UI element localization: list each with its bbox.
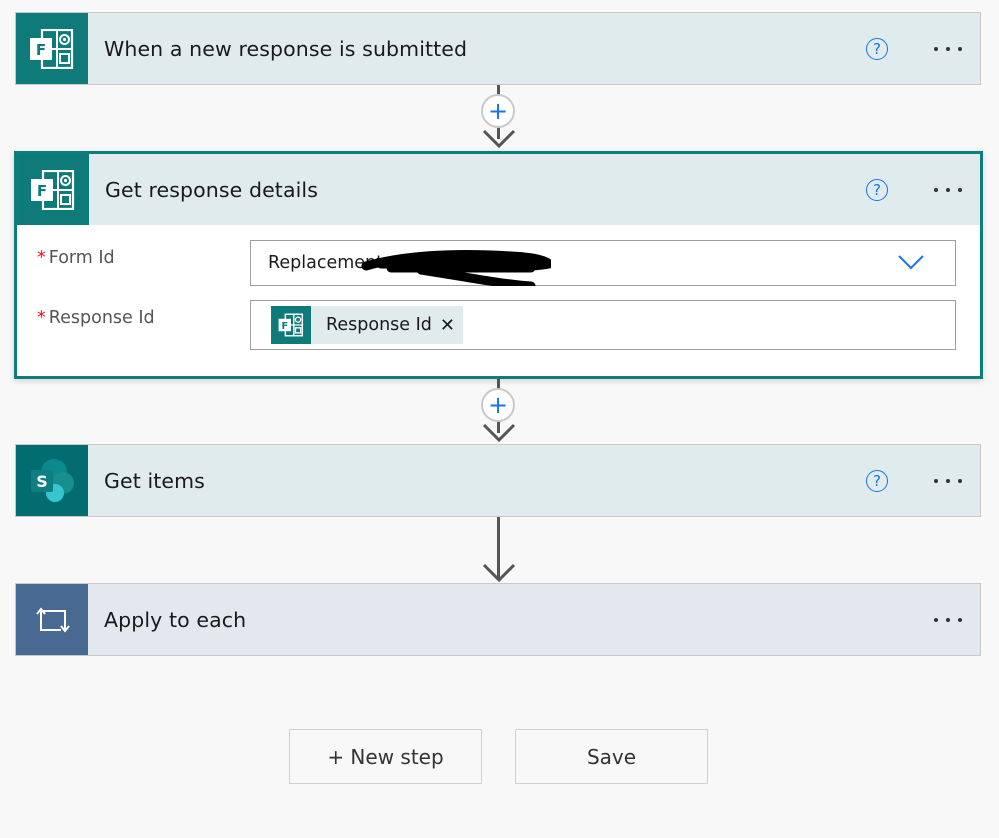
step-title: Get items xyxy=(104,468,205,493)
arrow-down-icon xyxy=(482,563,516,583)
step-card-get-items[interactable]: S Get items ? xyxy=(15,444,981,517)
loop-icon xyxy=(16,584,88,655)
forms-icon: F xyxy=(17,154,89,225)
help-icon[interactable]: ? xyxy=(866,37,888,60)
step-header[interactable]: Apply to each xyxy=(16,584,980,655)
save-button[interactable]: Save xyxy=(515,729,708,784)
step-title: Apply to each xyxy=(104,607,247,632)
redaction-scribble xyxy=(361,249,551,286)
chevron-down-icon[interactable] xyxy=(897,253,925,271)
sharepoint-icon: S xyxy=(16,445,88,516)
svg-text:F: F xyxy=(37,182,47,200)
help-icon[interactable]: ? xyxy=(866,178,888,201)
form-id-label: * Form Id xyxy=(37,240,250,286)
insert-step-button[interactable]: + xyxy=(481,388,515,422)
svg-text:F: F xyxy=(36,41,46,59)
response-id-label: * Response Id xyxy=(37,300,250,350)
help-icon[interactable]: ? xyxy=(866,469,888,492)
insert-step-button[interactable]: + xyxy=(481,94,515,128)
arrow-down-icon xyxy=(482,423,516,443)
remove-token-icon[interactable]: ✕ xyxy=(440,315,455,336)
svg-text:S: S xyxy=(36,472,48,491)
response-id-input[interactable]: F Response Id ✕ xyxy=(250,300,956,350)
form-id-dropdown[interactable]: Replacement xyxy=(250,240,956,286)
step-card-apply-to-each[interactable]: Apply to each xyxy=(15,583,981,656)
step-card-get-response-details[interactable]: F Get response details ? * Form Id Replac… xyxy=(14,151,983,379)
step-header[interactable]: S Get items ? xyxy=(16,445,980,516)
more-options-icon[interactable] xyxy=(934,478,962,483)
new-step-button[interactable]: + New step xyxy=(289,729,482,784)
step-header[interactable]: F Get response details ? xyxy=(17,154,980,225)
more-options-icon[interactable] xyxy=(934,187,962,192)
step-title: When a new response is submitted xyxy=(104,36,468,61)
dynamic-content-token[interactable]: F Response Id ✕ xyxy=(271,306,463,344)
forms-icon: F xyxy=(271,306,311,344)
response-id-row: * Response Id F Response Id ✕ xyxy=(37,300,956,350)
more-options-icon[interactable] xyxy=(934,46,962,51)
step-header[interactable]: F When a new response is submitted ? xyxy=(16,13,980,84)
required-mark: * xyxy=(37,248,46,268)
more-options-icon[interactable] xyxy=(934,617,962,622)
forms-icon: F xyxy=(16,13,88,84)
token-label: Response Id xyxy=(326,315,432,335)
arrow-down-icon xyxy=(482,129,516,149)
step-title: Get response details xyxy=(105,177,318,202)
form-id-label-text: Form Id xyxy=(48,248,115,268)
required-mark: * xyxy=(37,308,46,328)
form-id-row: * Form Id Replacement xyxy=(37,240,956,286)
response-id-label-text: Response Id xyxy=(48,308,155,328)
step-card-trigger[interactable]: F When a new response is submitted ? xyxy=(15,12,981,85)
svg-text:F: F xyxy=(282,321,289,332)
